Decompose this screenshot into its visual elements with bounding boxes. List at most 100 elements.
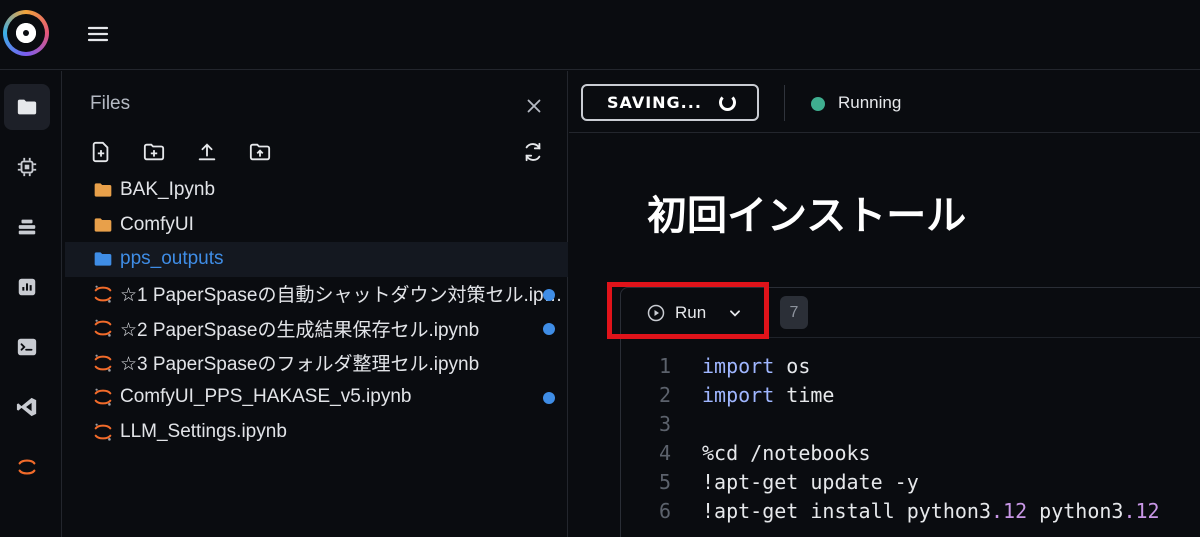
unsaved-indicator-dot: [543, 392, 555, 404]
chevron-down-icon: [730, 310, 741, 317]
folder-item[interactable]: pps_outputs: [65, 242, 568, 277]
folder-icon: [17, 99, 37, 115]
jupyter-rail-button[interactable]: [4, 444, 50, 490]
notebook-area: SAVING... Running 初回インストール Run 7 1 import…: [569, 71, 1200, 537]
code-token: .12: [990, 499, 1028, 523]
file-list: BAK_Ipynb ComfyUI pps_outputs ☆1 PaperSpase…: [65, 173, 568, 449]
stack-icon: [18, 219, 36, 235]
datasets-rail-button[interactable]: [4, 204, 50, 250]
chart-icon: [18, 278, 36, 296]
play-icon: [647, 304, 665, 322]
jupyter-notebook-icon: [92, 317, 114, 339]
folder-item[interactable]: BAK_Ipynb: [65, 173, 568, 208]
code-token: !apt-get install python3: [702, 499, 991, 523]
unsaved-indicator-dot: [543, 323, 555, 335]
refresh-button[interactable]: [522, 141, 544, 163]
code-editor[interactable]: 1 import os 2 import time 3 4 %cd /notebooks 5!…: [621, 354, 1200, 528]
notebook-item[interactable]: ☆1 PaperSpaseの自動シャットダウン対策セル.ipynb: [65, 277, 568, 312]
terminal-icon: [17, 338, 37, 356]
section-heading: 初回インストール: [647, 193, 967, 239]
jupyter-icon: [18, 459, 36, 475]
toolbar-divider: [784, 85, 785, 121]
code-token: import: [702, 383, 775, 407]
files-rail-button[interactable]: [4, 84, 50, 130]
new-folder-button[interactable]: [143, 141, 165, 163]
run-label: Run: [675, 303, 707, 322]
upload-folder-icon: [249, 143, 271, 161]
jupyter-notebook-icon: [92, 352, 114, 374]
code-text: import os: [702, 354, 810, 378]
cell-header: Run 7: [621, 288, 1200, 338]
new-file-icon: [92, 141, 109, 163]
code-line: 4 %cd /notebooks: [621, 441, 1200, 470]
folder-icon: [92, 248, 114, 270]
line-number: 5: [658, 470, 671, 494]
cpu-chip-icon: [17, 157, 37, 177]
new-file-button[interactable]: [90, 141, 112, 163]
code-text: !apt-get install python3.12 python3.12: [702, 499, 1160, 523]
upload-folder-button[interactable]: [249, 141, 271, 163]
vscode-rail-button[interactable]: [4, 384, 50, 430]
app-logo[interactable]: [3, 10, 49, 56]
notebook-item[interactable]: ☆3 PaperSpaseのフォルダ整理セル.ipynb: [65, 346, 568, 381]
code-token: .12: [1123, 499, 1160, 523]
run-button[interactable]: Run: [647, 300, 742, 326]
menu-icon[interactable]: [86, 22, 110, 46]
code-text: %cd /notebooks: [702, 441, 871, 465]
code-line: 2 import time: [621, 383, 1200, 412]
file-name: ComfyUI: [120, 213, 194, 235]
folder-icon: [92, 214, 114, 236]
close-icon: [527, 99, 541, 113]
code-token: !apt-get update -y: [702, 470, 919, 494]
file-name: ☆2 PaperSpaseの生成結果保存セル.ipynb: [120, 319, 480, 341]
code-text: import time: [702, 383, 834, 407]
file-name: BAK_Ipynb: [120, 179, 216, 201]
top-bar: [0, 0, 1200, 70]
saving-label: SAVING...: [607, 93, 702, 112]
file-name: ComfyUI_PPS_HAKASE_v5.ipynb: [120, 386, 412, 408]
line-number: 6: [658, 499, 671, 523]
kernel-status: Running: [838, 93, 902, 112]
code-token: import: [702, 354, 775, 378]
code-cell[interactable]: Run 7 1 import os 2 import time 3 4 %cd /noteb…: [620, 287, 1200, 537]
code-token: os: [774, 354, 811, 378]
folder-icon: [92, 179, 114, 201]
notebook-item[interactable]: LLM_Settings.ipynb: [65, 415, 568, 450]
execution-count: 7: [780, 296, 808, 329]
line-number: 4: [658, 441, 671, 465]
code-line: 3: [621, 412, 1200, 441]
code-line: 1 import os: [621, 354, 1200, 383]
code-token: time: [774, 383, 835, 407]
file-name: pps_outputs: [120, 248, 224, 270]
code-text: !apt-get update -y: [702, 470, 919, 494]
file-browser-panel: Files BAK_Ipynb ComfyUI pps_outputs ☆1 Pape…: [63, 71, 568, 537]
new-folder-icon: [143, 143, 165, 161]
jupyter-notebook-icon: [92, 386, 114, 408]
saving-button[interactable]: SAVING...: [581, 84, 759, 121]
vscode-icon: [16, 397, 37, 417]
file-name: ☆1 PaperSpaseの自動シャットダウン対策セル.ipynb: [120, 285, 565, 307]
kernel-status-dot: [811, 97, 825, 111]
folder-item[interactable]: ComfyUI: [65, 208, 568, 243]
machine-rail-button[interactable]: [4, 144, 50, 190]
notebook-item[interactable]: ☆2 PaperSpaseの生成結果保存セル.ipynb: [65, 311, 568, 346]
jupyter-notebook-icon: [92, 421, 114, 443]
close-panel-button[interactable]: [523, 95, 545, 117]
panel-title: Files: [90, 93, 131, 114]
code-token: %cd /notebooks: [702, 441, 871, 465]
notebook-item[interactable]: ComfyUI_PPS_HAKASE_v5.ipynb: [65, 380, 568, 415]
file-name: LLM_Settings.ipynb: [120, 420, 287, 442]
line-number: 2: [658, 383, 671, 407]
file-name: ☆3 PaperSpaseのフォルダ整理セル.ipynb: [120, 354, 480, 376]
terminal-rail-button[interactable]: [4, 324, 50, 370]
metrics-rail-button[interactable]: [4, 264, 50, 310]
refresh-icon: [525, 142, 541, 162]
activity-rail: [0, 71, 62, 537]
unsaved-indicator-dot: [543, 288, 555, 301]
jupyter-notebook-icon: [92, 283, 114, 305]
line-number: 3: [658, 412, 671, 436]
upload-button[interactable]: [196, 141, 218, 163]
code-token: python3: [1027, 499, 1124, 523]
upload-icon: [198, 143, 216, 161]
notebook-toolbar: SAVING... Running: [569, 71, 1200, 133]
